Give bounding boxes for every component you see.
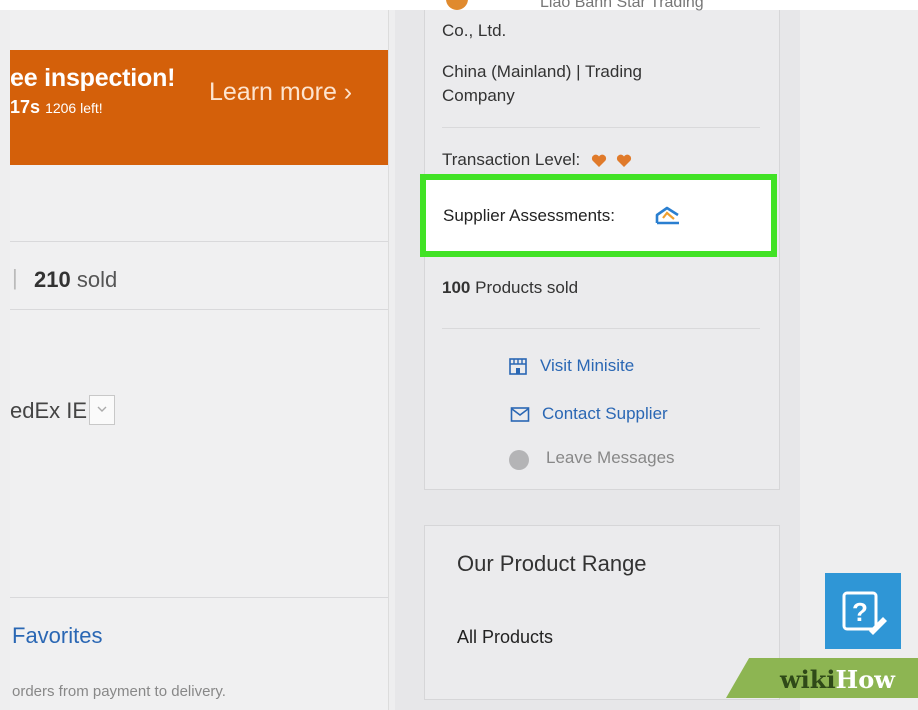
banner-timer-value: 17s xyxy=(10,97,41,117)
banner-remaining: 1206 left! xyxy=(45,100,103,116)
company-name[interactable]: Co., Ltd. xyxy=(442,21,506,41)
envelope-icon xyxy=(510,407,530,422)
divider xyxy=(10,309,388,310)
products-sold-label: Products sold xyxy=(475,278,579,297)
help-question-icon: ? xyxy=(842,591,887,635)
separator: | xyxy=(12,265,18,290)
sold-count-value: 210 xyxy=(34,267,71,292)
inspection-promo-banner[interactable]: ee inspection! 17s 1206 left! Learn more… xyxy=(10,50,388,165)
help-button[interactable]: ? xyxy=(825,573,901,649)
banner-title: ee inspection! xyxy=(10,64,176,92)
shipping-dropdown[interactable] xyxy=(89,395,115,425)
divider xyxy=(442,127,760,128)
heart-icon xyxy=(591,154,607,167)
contact-supplier-link[interactable]: Contact Supplier xyxy=(542,404,668,424)
assessment-icon[interactable] xyxy=(654,204,682,226)
transaction-level-label: Transaction Level: xyxy=(442,150,581,169)
divider xyxy=(10,597,388,598)
divider xyxy=(10,241,388,242)
wikihow-watermark: wikiHow xyxy=(780,665,895,694)
watermark-how: How xyxy=(835,665,895,694)
watermark-wiki: wiki xyxy=(780,665,836,694)
products-sold-count: 100 xyxy=(442,278,471,297)
divider xyxy=(442,328,760,329)
footer-text: orders from payment to delivery. xyxy=(12,683,226,700)
storefront-icon xyxy=(509,358,527,375)
product-range-title: Our Product Range xyxy=(457,551,647,576)
company-location: China (Mainland) | Trading Company xyxy=(442,62,643,105)
shipping-method: edEx IE xyxy=(10,398,88,423)
leave-messages-link[interactable]: Leave Messages xyxy=(546,448,675,468)
visit-minisite-link[interactable]: Visit Minisite xyxy=(540,356,634,376)
message-bubble-icon xyxy=(509,450,529,470)
heart-icon xyxy=(616,154,631,167)
chevron-down-icon xyxy=(97,406,107,412)
transaction-level: Transaction Level: xyxy=(442,150,632,170)
sold-count: 210 sold xyxy=(34,267,117,293)
products-sold: 100 Products sold xyxy=(442,278,578,298)
company-name-partial[interactable]: Liao Bann Star Trading xyxy=(540,0,704,12)
supplier-assessments-label: Supplier Assessments: xyxy=(443,206,615,225)
svg-text:?: ? xyxy=(852,597,868,627)
all-products-link[interactable]: All Products xyxy=(457,627,553,648)
sold-count-label: sold xyxy=(76,267,118,292)
add-to-favorites-link[interactable]: Favorites xyxy=(12,623,102,649)
learn-more-link[interactable]: Learn more › xyxy=(209,78,352,107)
banner-countdown: 17s 1206 left! xyxy=(10,97,103,118)
